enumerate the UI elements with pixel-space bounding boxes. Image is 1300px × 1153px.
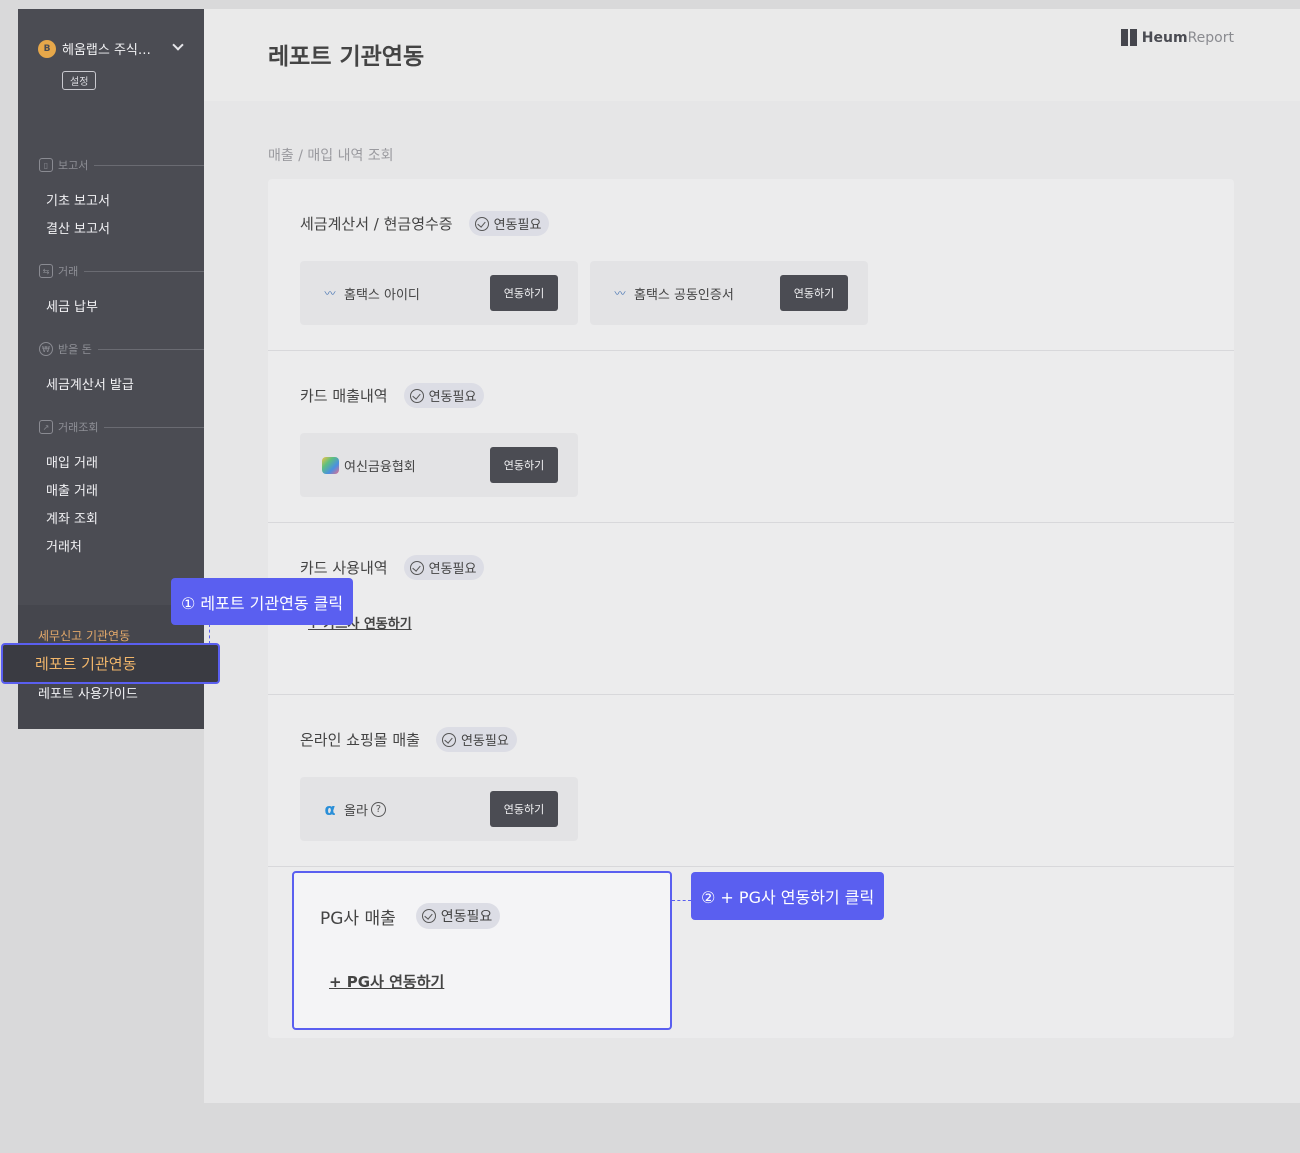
block-title-text: 세금계산서 / 현금영수증 <box>300 215 453 233</box>
divider <box>104 426 204 428</box>
sidebar-item-tax-filing-link[interactable]: 세무신고 기관연동 <box>38 627 130 644</box>
org-name: 홈택스 공동인증서 <box>634 287 734 303</box>
sidebar-item-accounts[interactable]: 계좌 조회 <box>46 508 98 527</box>
connect-button[interactable]: 연동하기 <box>780 275 848 311</box>
org-card-credit-association: 여신금융협회 연동하기 <box>300 433 578 497</box>
org-card-olla: α 올라 ? 연동하기 <box>300 777 578 841</box>
heumreport-logo-icon <box>1120 29 1137 46</box>
section-title: 보고서 <box>58 159 89 172</box>
block-title-text: 카드 매출내역 <box>300 387 388 405</box>
badge-label: 연동필요 <box>428 390 477 405</box>
sidebar-item-sales[interactable]: 매출 거래 <box>46 480 98 499</box>
section-subtitle: 매출 / 매입 내역 조회 <box>268 148 394 164</box>
divider <box>94 164 204 166</box>
sidebar-item-partners[interactable]: 거래처 <box>46 536 82 555</box>
check-circle-icon <box>409 388 424 403</box>
block-title-text: 카드 사용내역 <box>300 559 388 577</box>
block-card-sales: 카드 매출내역 연동필요 여신금융협회 연동하기 <box>268 351 1234 523</box>
trend-chart-icon: ↗ <box>39 420 53 434</box>
section-title: 받을 돈 <box>58 343 92 356</box>
block-card-usage: 카드 사용내역 연동필요 + 카드사 연동하기 <box>268 523 1234 695</box>
status-badge: 연동필요 <box>415 903 501 929</box>
exchange-icon: ⇆ <box>39 264 53 278</box>
section-transaction-lookup: ↗ 거래조회 <box>39 419 204 435</box>
brand-name-part2: Report <box>1187 29 1234 46</box>
divider <box>84 270 204 272</box>
org-name: 올라 <box>344 803 368 819</box>
check-circle-icon <box>441 732 456 747</box>
block-title: 세금계산서 / 현금영수증 연동필요 <box>300 211 550 236</box>
credit-association-icon <box>320 456 340 474</box>
sidebar-item-issue-invoice[interactable]: 세금계산서 발급 <box>46 374 134 393</box>
help-icon[interactable]: ? <box>370 801 386 817</box>
callout-step-2: ② + PG사 연동하기 클릭 <box>691 872 885 920</box>
block-tax-invoice: 세금계산서 / 현금영수증 연동필요 〰 홈택스 아이디 연동하기 〰 홈택스 … <box>268 179 1234 351</box>
block-title-text: 온라인 쇼핑몰 매출 <box>300 731 420 749</box>
chevron-down-icon[interactable] <box>172 39 184 51</box>
hometax-icon: 〰 <box>324 287 336 300</box>
sidebar-item-purchases[interactable]: 매입 거래 <box>46 452 98 471</box>
badge-label: 연동필요 <box>440 909 493 925</box>
status-badge: 연동필요 <box>403 383 485 408</box>
org-card-hometax-cert: 〰 홈택스 공동인증서 연동하기 <box>590 261 868 325</box>
company-logo-icon: B <box>38 39 56 58</box>
section-receivables: ₩ 받을 돈 <box>39 341 204 357</box>
section-reports: ▯ 보고서 <box>39 157 204 173</box>
sidebar-item-report-guide[interactable]: 레포트 사용가이드 <box>38 683 138 702</box>
connect-button[interactable]: 연동하기 <box>490 791 558 827</box>
status-badge: 연동필요 <box>435 727 517 752</box>
settings-button[interactable]: 설정 <box>62 71 97 90</box>
brand-name-part1: Heum <box>1141 29 1188 46</box>
org-name: 여신금융협회 <box>344 459 416 475</box>
callout-connector <box>209 624 210 644</box>
page-title: 레포트 기관연동 <box>268 44 425 70</box>
connect-button[interactable]: 연동하기 <box>490 447 558 483</box>
brand-logo: Heum Report <box>1120 29 1234 46</box>
check-circle-icon <box>474 216 489 231</box>
status-badge: 연동필요 <box>403 555 485 580</box>
bar-chart-icon: ▯ <box>39 158 53 172</box>
callout-connector <box>672 900 691 901</box>
sidebar-item-settlement-report[interactable]: 결산 보고서 <box>46 218 110 237</box>
badge-label: 연동필요 <box>460 734 509 749</box>
connect-button[interactable]: 연동하기 <box>490 275 558 311</box>
olla-icon: α <box>324 799 336 819</box>
section-transactions: ⇆ 거래 <box>39 263 204 279</box>
check-circle-icon <box>409 560 424 575</box>
badge-label: 연동필요 <box>493 218 542 233</box>
block-title-text: PG사 매출 <box>320 908 396 929</box>
sidebar-item-tax-payment[interactable]: 세금 납부 <box>46 296 98 315</box>
won-coin-icon: ₩ <box>39 342 53 356</box>
block-title: 온라인 쇼핑몰 매출 연동필요 <box>300 727 517 752</box>
check-circle-icon <box>421 909 436 923</box>
page-header: 레포트 기관연동 Heum Report <box>204 9 1300 101</box>
block-title: 카드 사용내역 연동필요 <box>300 555 485 580</box>
block-title: 카드 매출내역 연동필요 <box>300 383 485 408</box>
block-title: PG사 매출 연동필요 <box>320 903 501 929</box>
sidebar-item-report-integration-active[interactable]: 레포트 기관연동 <box>1 643 220 684</box>
company-name: 헤움랩스 주식… <box>62 43 151 58</box>
block-online-mall: 온라인 쇼핑몰 매출 연동필요 α 올라 ? 연동하기 <box>268 695 1234 867</box>
hometax-icon: 〰 <box>614 287 626 300</box>
company-selector[interactable]: B 헤움랩스 주식… <box>38 39 162 58</box>
badge-label: 연동필요 <box>428 562 477 577</box>
divider <box>97 348 204 350</box>
status-badge: 연동필요 <box>468 211 550 236</box>
sidebar-item-basic-report[interactable]: 기초 보고서 <box>46 190 110 209</box>
section-title: 거래조회 <box>58 421 99 434</box>
add-pg-link[interactable]: + PG사 연동하기 <box>329 971 444 992</box>
org-name: 홈택스 아이디 <box>344 287 420 303</box>
section-title: 거래 <box>58 265 79 278</box>
block-pg-sales: PG사 매출 연동필요 + PG사 연동하기 <box>292 871 672 1030</box>
org-card-hometax-id: 〰 홈택스 아이디 연동하기 <box>300 261 578 325</box>
callout-step-1: ① 레포트 기관연동 클릭 <box>171 578 354 625</box>
